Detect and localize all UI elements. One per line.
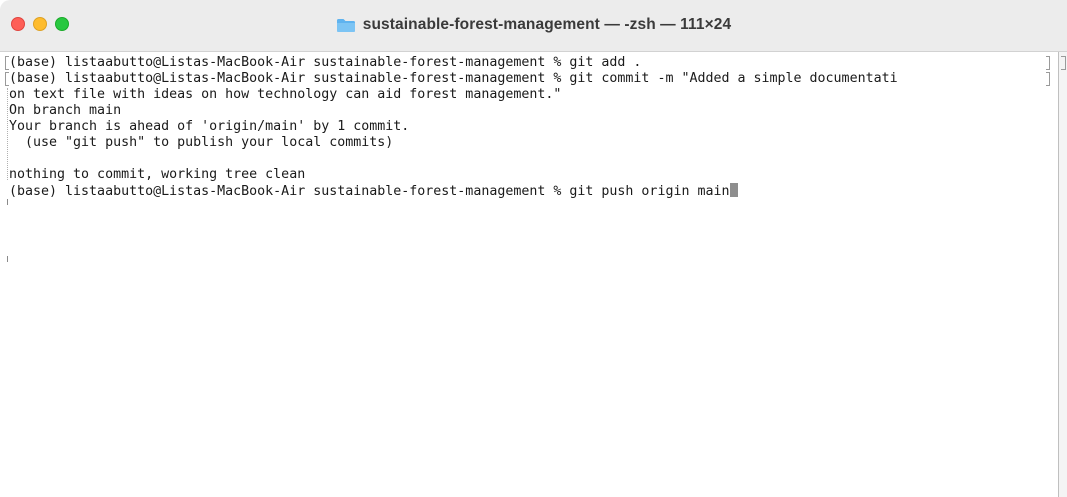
line-mark-bracket (5, 56, 9, 70)
terminal-line: (base) listaabutto@Listas-MacBook-Air su… (9, 55, 642, 70)
window-title: sustainable-forest-management — -zsh — 1… (0, 15, 1067, 35)
terminal-window: sustainable-forest-management — -zsh — 1… (0, 0, 1067, 497)
terminal-line: (base) listaabutto@Listas-MacBook-Air su… (9, 71, 898, 86)
window-title-text: sustainable-forest-management — -zsh — 1… (362, 16, 732, 33)
title-bar[interactable]: sustainable-forest-management — -zsh — 1… (0, 0, 1067, 52)
scroll-marker (1061, 56, 1066, 70)
block-cursor (729, 183, 738, 197)
folder-icon (336, 18, 356, 33)
line-end-bracket (1046, 72, 1050, 86)
terminal-prompt-text: (base) listaabutto@Listas-MacBook-Air su… (9, 184, 730, 199)
terminal-line: (use "git push" to publish your local co… (9, 135, 394, 150)
terminal-lines: (base) listaabutto@Listas-MacBook-Air su… (9, 55, 898, 199)
line-mark-dotted (7, 88, 9, 180)
terminal-prompt-line[interactable]: (base) listaabutto@Listas-MacBook-Air su… (9, 183, 898, 199)
line-end-bracket (1046, 56, 1050, 70)
line-mark-dash (7, 256, 8, 262)
scroll-gutter[interactable] (1059, 52, 1067, 497)
terminal-line: nothing to commit, working tree clean (9, 167, 306, 182)
line-mark-dash (7, 199, 8, 205)
line-mark-bracket (5, 72, 9, 86)
terminal-output[interactable]: (base) listaabutto@Listas-MacBook-Air su… (5, 52, 1058, 497)
terminal-line: Your branch is ahead of 'origin/main' by… (9, 119, 410, 134)
terminal-line: on text file with ideas on how technolog… (9, 87, 562, 102)
terminal-line: On branch main (9, 103, 122, 118)
